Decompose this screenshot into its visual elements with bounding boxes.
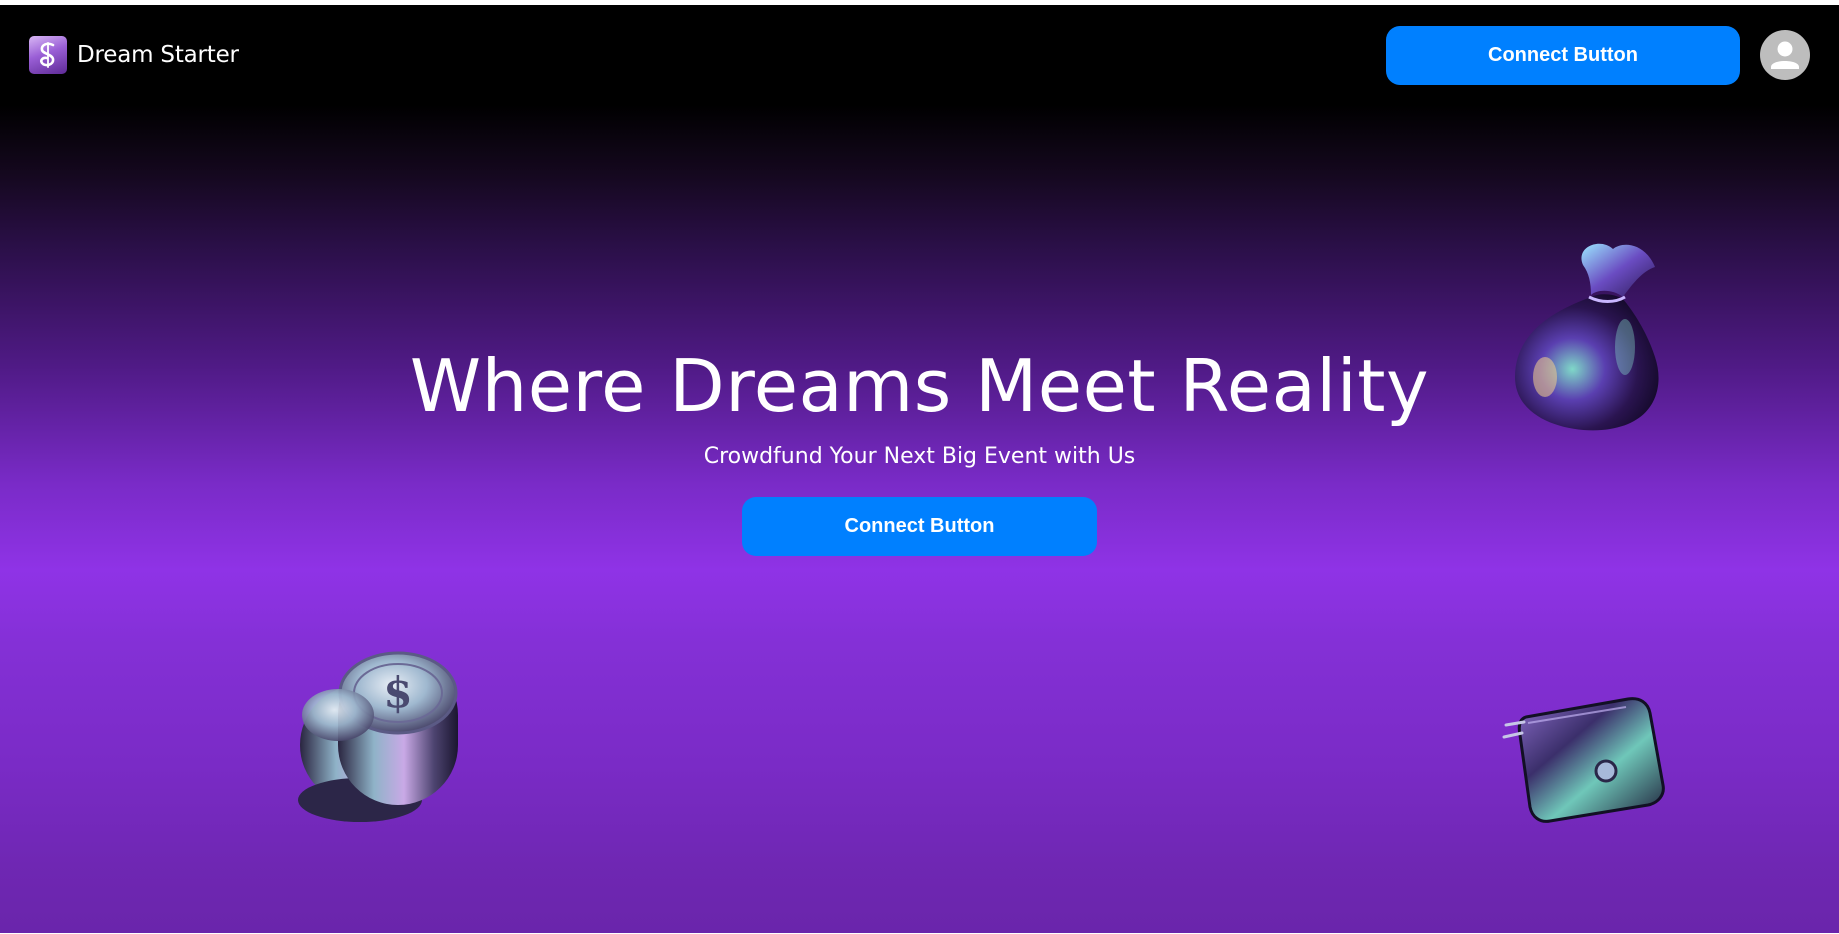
coin-stack-icon: $	[288, 645, 478, 830]
hero-connect-button[interactable]: Connect Button	[742, 497, 1097, 556]
wallet-icon	[1498, 695, 1668, 825]
dream-starter-logo-icon	[29, 36, 67, 74]
brand-link[interactable]: Dream Starter	[29, 36, 239, 74]
brand-name: Dream Starter	[77, 42, 239, 68]
svg-text:$: $	[383, 668, 412, 717]
nav-community[interactable]: Community	[1271, 48, 1352, 66]
nav-launch[interactable]: Launch	[1109, 48, 1162, 66]
header-connect-button[interactable]: Connect Button	[1386, 26, 1740, 85]
money-bag-icon	[1505, 237, 1680, 437]
user-avatar-icon[interactable]	[1760, 30, 1810, 80]
hero-subtitle: Crowdfund Your Next Big Event with Us	[703, 444, 1136, 469]
top-nav-bar: Dream Starter Launch Explore Community C…	[0, 5, 1839, 105]
landing-page: Dream Starter Launch Explore Community C…	[0, 5, 1839, 933]
nav-explore[interactable]: Explore	[1189, 48, 1243, 66]
